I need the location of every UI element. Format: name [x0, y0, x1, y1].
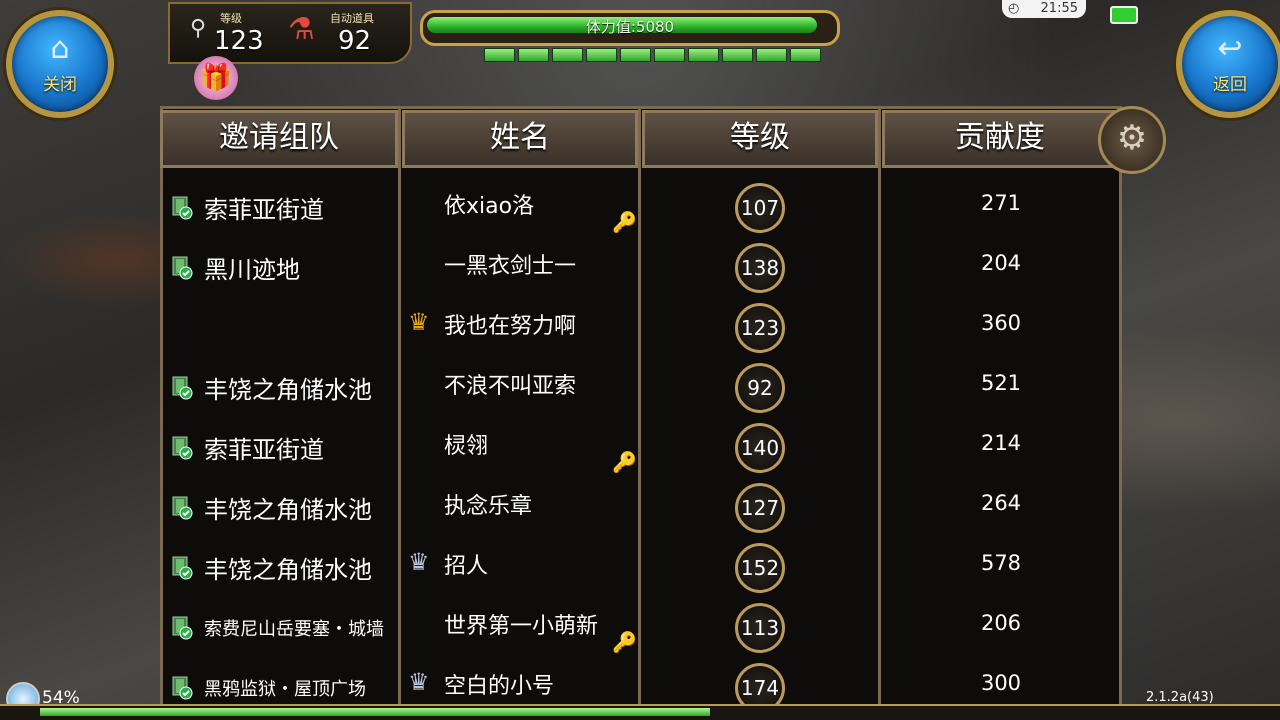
- player-name[interactable]: 执念乐章: [444, 488, 532, 520]
- contribution-value: 264: [980, 491, 1022, 515]
- level-badge: 152: [735, 543, 785, 593]
- battery-icon: [1110, 6, 1138, 24]
- contribution-value: 214: [980, 431, 1022, 455]
- close-button[interactable]: ⌂ 关闭: [6, 10, 114, 118]
- energy-segment: [552, 48, 583, 62]
- contribution-value: 521: [980, 371, 1022, 395]
- level-badge: 113: [735, 603, 785, 653]
- location-text[interactable]: 丰饶之角储水池: [204, 490, 372, 525]
- contribution-value: 271: [980, 191, 1022, 215]
- stamina-bar: 体力值:5080: [420, 10, 840, 46]
- energy-segment: [484, 48, 515, 62]
- energy-segment: [620, 48, 651, 62]
- stamina-text: 体力值:5080: [585, 18, 675, 36]
- clock-icon: ◴: [1008, 1, 1020, 16]
- location-text[interactable]: 索菲亚街道: [204, 190, 324, 225]
- auto-item-value: 92: [338, 26, 372, 56]
- gold-crown-icon: ♛: [408, 308, 430, 336]
- player-name[interactable]: 世界第一小萌新: [444, 608, 598, 640]
- contribution-value: 578: [980, 551, 1022, 575]
- location-text[interactable]: 索菲亚街道: [204, 430, 324, 465]
- header-name: 姓名: [402, 110, 638, 168]
- invite-map-icon[interactable]: [170, 434, 193, 460]
- location-text[interactable]: 黑鸦监狱・屋顶广场: [204, 675, 366, 701]
- player-name[interactable]: 依xiao洛: [444, 188, 534, 220]
- version-text: 2.1.2a(43): [1146, 690, 1214, 705]
- auto-item-label: 自动道具: [330, 12, 374, 25]
- location-text[interactable]: 索费尼山岳要塞・城墙: [204, 615, 384, 641]
- potion-icon: ⚗: [288, 12, 315, 47]
- clock-time: 21:55: [1040, 1, 1078, 16]
- location-text[interactable]: 黑川迹地: [204, 250, 300, 285]
- contribution-value: 206: [980, 611, 1022, 635]
- key-icon: 🔑: [612, 630, 637, 654]
- header-contribution: 贡献度: [882, 110, 1118, 168]
- contribution-value: 300: [980, 671, 1022, 695]
- invite-map-icon[interactable]: [170, 254, 193, 280]
- header-invite-team[interactable]: 邀请组队: [160, 110, 398, 168]
- invite-map-icon[interactable]: [170, 494, 193, 520]
- back-arrow-icon: ↩: [1217, 31, 1243, 66]
- location-text[interactable]: 丰饶之角储水池: [204, 550, 372, 585]
- back-label: 返回: [1213, 75, 1247, 95]
- level-badge: 138: [735, 243, 785, 293]
- contribution-value: 360: [980, 311, 1022, 335]
- player-name[interactable]: 棂翎: [444, 428, 488, 460]
- player-name[interactable]: 不浪不叫亚索: [444, 368, 576, 400]
- player-name[interactable]: 一黑衣剑士一: [444, 248, 576, 280]
- home-icon: ⌂: [50, 31, 70, 66]
- column-divider-3: [878, 108, 881, 710]
- settings-gear-icon[interactable]: ⚙: [1098, 106, 1166, 174]
- player-name[interactable]: 我也在努力啊: [444, 308, 576, 340]
- location-text[interactable]: 丰饶之角储水池: [204, 370, 372, 405]
- energy-segments: [484, 48, 821, 62]
- invite-map-icon[interactable]: [170, 374, 193, 400]
- energy-segment: [790, 48, 821, 62]
- clock: ◴ 21:55: [1002, 0, 1086, 18]
- energy-segment: [586, 48, 617, 62]
- key-icon: 🔑: [612, 450, 637, 474]
- energy-segment: [518, 48, 549, 62]
- player-name[interactable]: 空白的小号: [444, 668, 554, 700]
- level-badge: 140: [735, 423, 785, 473]
- header-level: 等级: [642, 110, 878, 168]
- energy-segment: [654, 48, 685, 62]
- energy-segment: [722, 48, 753, 62]
- silver-crown-icon: ♛: [408, 548, 430, 576]
- level-badge: 92: [735, 363, 785, 413]
- bottom-progress-fill: [40, 708, 710, 716]
- column-divider-2: [638, 108, 641, 710]
- contribution-value: 204: [980, 251, 1022, 275]
- silver-crown-icon: ♛: [408, 668, 430, 696]
- energy-segment: [688, 48, 719, 62]
- back-button[interactable]: ↩ 返回: [1176, 10, 1280, 118]
- invite-map-icon[interactable]: [170, 674, 193, 700]
- level-icon: ⚲: [190, 16, 207, 41]
- invite-map-icon[interactable]: [170, 554, 193, 580]
- player-name[interactable]: 招人: [444, 548, 488, 580]
- column-divider-1: [398, 108, 401, 710]
- gift-icon[interactable]: 🎁: [194, 56, 238, 100]
- level-badge: 107: [735, 183, 785, 233]
- level-value: 123: [214, 26, 264, 56]
- close-label: 关闭: [43, 75, 77, 95]
- level-label: 等级: [220, 12, 242, 25]
- energy-segment: [756, 48, 787, 62]
- invite-map-icon[interactable]: [170, 614, 193, 640]
- level-badge: 123: [735, 303, 785, 353]
- key-icon: 🔑: [612, 210, 637, 234]
- level-badge: 127: [735, 483, 785, 533]
- bottom-progress-bar: [0, 704, 1280, 720]
- invite-map-icon[interactable]: [170, 194, 193, 220]
